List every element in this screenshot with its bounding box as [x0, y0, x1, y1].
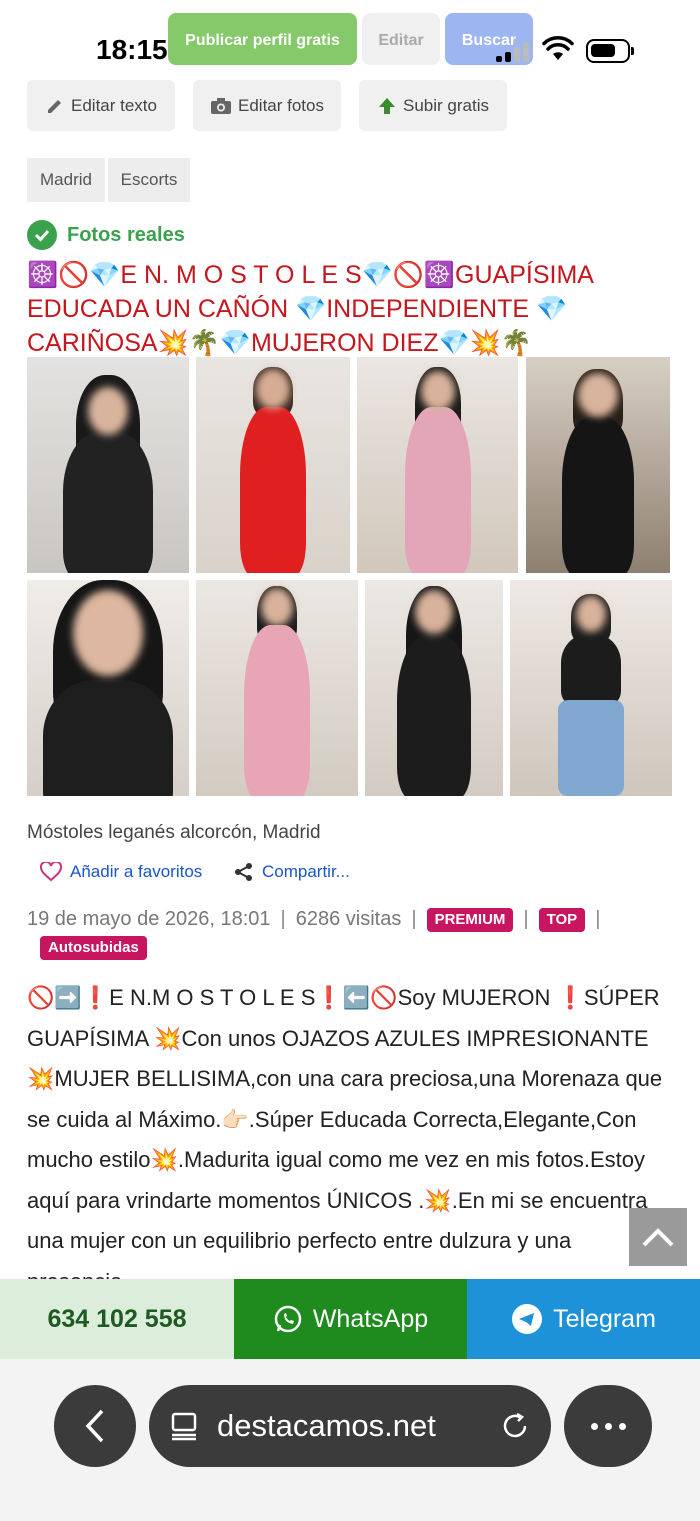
- more-icon-dot: [618, 1422, 626, 1430]
- whatsapp-label: WhatsApp: [312, 1304, 429, 1333]
- meta-separator: |: [595, 908, 601, 930]
- heart-icon: [40, 862, 62, 882]
- battery-icon: [586, 39, 634, 63]
- edit-text-button[interactable]: Editar texto: [27, 80, 175, 131]
- publish-profile-button[interactable]: Publicar perfil gratis: [168, 13, 357, 65]
- upload-free-label: Subir gratis: [403, 95, 489, 115]
- whatsapp-icon: [274, 1305, 302, 1333]
- camera-icon: [211, 97, 231, 114]
- meta-separator: |: [523, 908, 529, 930]
- meta-separator: |: [411, 908, 417, 930]
- scroll-to-top-button[interactable]: [629, 1208, 687, 1266]
- gallery-photo[interactable]: [196, 357, 350, 573]
- pencil-icon: [48, 99, 61, 113]
- tag-madrid[interactable]: Madrid: [27, 158, 105, 202]
- check-circle-icon: [27, 220, 57, 250]
- reload-icon[interactable]: [499, 1410, 531, 1442]
- cellular-signal-icon: [496, 42, 532, 62]
- chevron-up-icon: [642, 1228, 674, 1247]
- tag-escorts[interactable]: Escorts: [108, 158, 190, 202]
- gallery-photo[interactable]: [27, 580, 189, 796]
- edit-photos-label: Editar fotos: [238, 95, 324, 115]
- whatsapp-button[interactable]: WhatsApp: [234, 1279, 467, 1359]
- page-tools-icon: [171, 1412, 197, 1441]
- publish-date: 19 de mayo de 2026, 18:01: [27, 908, 271, 930]
- gallery-photo[interactable]: [365, 580, 503, 796]
- status-time: 18:15: [96, 34, 168, 65]
- telegram-label: Telegram: [553, 1304, 656, 1333]
- back-button[interactable]: [54, 1385, 136, 1467]
- autosubidas-badge: Autosubidas: [40, 936, 147, 960]
- gallery-photo[interactable]: [510, 580, 672, 796]
- address-bar[interactable]: destacamos.net: [149, 1385, 551, 1467]
- upload-free-button[interactable]: Subir gratis: [359, 80, 507, 131]
- ad-title: ☸️🚫💎E N. M O S T O L E S💎🚫☸️GUAPÍSIMA ED…: [27, 261, 593, 357]
- telegram-button[interactable]: Telegram: [467, 1279, 700, 1359]
- edit-text-label: Editar texto: [71, 95, 157, 115]
- call-phone-button[interactable]: 634 102 558: [0, 1279, 234, 1359]
- more-icon-dot: [604, 1422, 612, 1430]
- share-label: Compartir...: [262, 862, 350, 881]
- edit-photos-button[interactable]: Editar fotos: [193, 80, 341, 131]
- ad-description: 🚫➡️❗E N.M O S T O L E S❗⬅️🚫Soy MUJERON ❗…: [27, 985, 663, 1280]
- premium-badge: PREMIUM: [426, 907, 514, 932]
- verified-photos: Fotos reales: [27, 220, 185, 250]
- meta-separator: |: [280, 908, 286, 930]
- verified-label: Fotos reales: [67, 223, 185, 246]
- url-text: destacamos.net: [217, 1408, 436, 1443]
- add-favorite-label: Añadir a favoritos: [70, 862, 203, 881]
- location-text: Móstoles leganés alcorcón, Madrid: [27, 822, 321, 843]
- edit-button[interactable]: Editar: [362, 13, 440, 65]
- phone-number: 634 102 558: [47, 1304, 187, 1333]
- chevron-left-icon: [85, 1409, 104, 1443]
- ad-meta: 19 de mayo de 2026, 18:01 | 6286 visitas | P…: [27, 905, 687, 933]
- add-favorite-link[interactable]: Añadir a favoritos: [40, 862, 202, 882]
- gallery-photo[interactable]: [196, 580, 358, 796]
- share-link[interactable]: Compartir...: [234, 862, 350, 882]
- gallery-photo[interactable]: [526, 357, 670, 573]
- share-icon: [235, 863, 252, 881]
- visit-count: 6286 visitas: [295, 908, 402, 930]
- gallery-photo[interactable]: [357, 357, 518, 573]
- arrow-up-icon: [379, 97, 395, 114]
- telegram-icon: [512, 1304, 543, 1334]
- gallery-photo[interactable]: [27, 357, 189, 573]
- top-badge: TOP: [538, 907, 586, 932]
- more-icon-dot: [590, 1422, 598, 1430]
- more-options-button[interactable]: [564, 1385, 652, 1467]
- wifi-icon: [542, 36, 574, 60]
